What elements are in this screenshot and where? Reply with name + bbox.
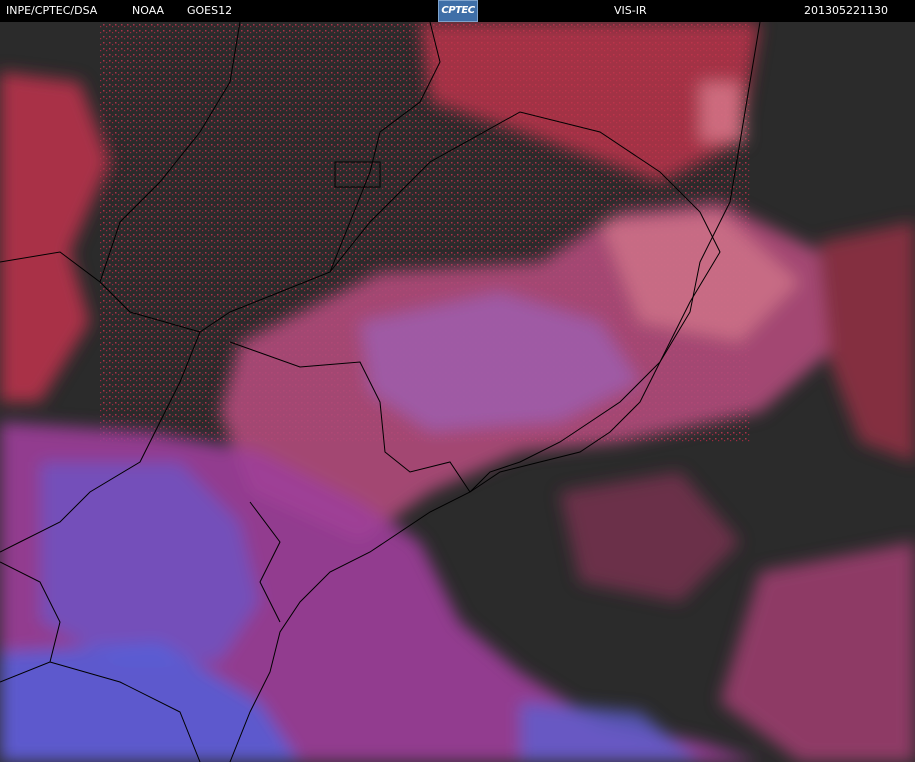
satellite-viewer: INPE/CPTEC/DSA NOAA GOES12 CPTEC VIS-IR … — [0, 0, 915, 762]
cloud-north-pink — [700, 82, 745, 142]
satellite-label: GOES12 — [187, 4, 233, 17]
source-label: NOAA — [132, 4, 165, 17]
cptec-logo: CPTEC — [438, 0, 478, 22]
agency-label: INPE/CPTEC/DSA — [6, 4, 98, 17]
timestamp-label: 201305221130 — [804, 4, 888, 17]
satellite-image — [0, 22, 915, 762]
product-label: VIS-IR — [614, 4, 647, 17]
logo-text: CPTEC — [441, 5, 475, 16]
header-bar: INPE/CPTEC/DSA NOAA GOES12 CPTEC VIS-IR … — [0, 0, 915, 22]
